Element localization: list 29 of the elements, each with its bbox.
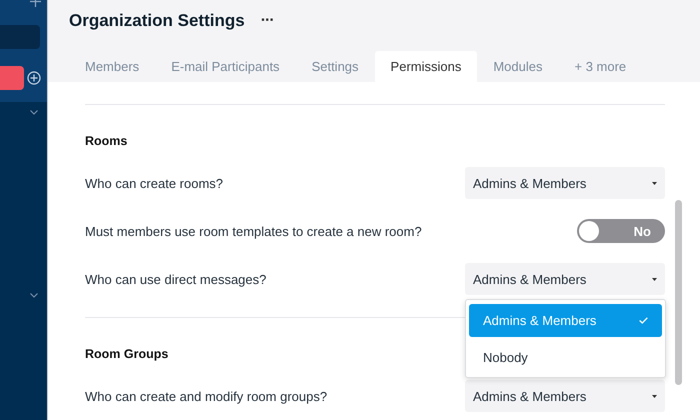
section-heading: Room Groups xyxy=(85,346,168,363)
setting-label: Who can create rooms? xyxy=(85,176,224,190)
chevron-down-icon[interactable] xyxy=(30,293,38,298)
page-title: Organization Settings xyxy=(69,11,245,31)
more-menu-button[interactable]: ··· xyxy=(260,12,274,30)
chevron-down-icon[interactable] xyxy=(30,110,38,115)
tab[interactable]: Modules xyxy=(477,51,558,82)
dropdown-select[interactable]: Admins & Members xyxy=(465,167,665,199)
setting-label: Who can use direct messages? xyxy=(85,272,266,286)
caret-icon xyxy=(652,182,657,184)
scrollbar[interactable] xyxy=(675,200,682,385)
setting-label: Who can create and modify room groups? xyxy=(85,388,328,404)
dropdown-select[interactable]: Admins & Members xyxy=(465,263,665,295)
caret-icon xyxy=(652,394,657,398)
add-circle-icon[interactable] xyxy=(27,71,41,85)
tab[interactable]: Permissions xyxy=(374,51,478,82)
toggle-switch[interactable]: No xyxy=(577,219,665,243)
check-icon xyxy=(639,317,648,324)
dropdown-option[interactable]: Admins & Members xyxy=(469,304,662,337)
tab[interactable]: + 3 more xyxy=(558,51,642,82)
setting-label: Must members use room templates to create a new room? xyxy=(85,224,422,238)
sidebar-field[interactable] xyxy=(0,25,40,49)
dropdown-select[interactable]: Admins & Members xyxy=(465,380,665,412)
tab[interactable]: E-mail Participants xyxy=(155,51,296,82)
dropdown-option[interactable]: Nobody xyxy=(469,341,662,374)
tab[interactable]: Members xyxy=(69,51,156,82)
section-heading: Rooms xyxy=(85,133,128,150)
tab[interactable]: Settings xyxy=(296,51,375,82)
caret-icon xyxy=(652,278,657,280)
